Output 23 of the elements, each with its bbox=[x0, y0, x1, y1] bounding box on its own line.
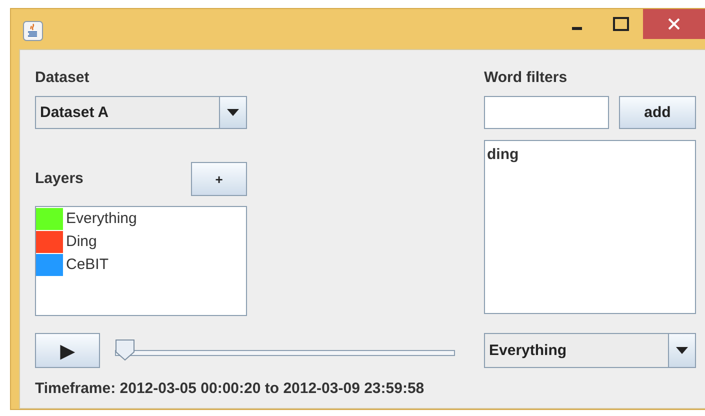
close-button[interactable] bbox=[643, 9, 705, 39]
play-button[interactable]: ▶ bbox=[35, 333, 100, 368]
minimize-icon bbox=[572, 27, 582, 30]
layers-label: Layers bbox=[35, 169, 84, 189]
add-layer-button[interactable]: + bbox=[191, 162, 247, 196]
word-filter-item[interactable]: ding bbox=[487, 146, 693, 163]
time-slider[interactable] bbox=[115, 338, 455, 362]
layer-item[interactable]: CeBIT bbox=[66, 256, 109, 273]
dropdown-arrow-icon bbox=[227, 109, 239, 116]
dropdown-arrow-icon bbox=[676, 347, 688, 354]
timeframe-text: Timeframe: 2012-03-05 00:00:20 to 2012-03-09 23:59:58 bbox=[35, 380, 426, 397]
word-filter-input[interactable] bbox=[484, 96, 609, 129]
dataset-label: Dataset bbox=[35, 68, 90, 88]
add-button[interactable]: add bbox=[619, 96, 696, 129]
layer-item[interactable]: Ding bbox=[66, 233, 97, 250]
app-icon bbox=[23, 21, 43, 41]
close-icon bbox=[667, 17, 681, 31]
slider-thumb[interactable] bbox=[115, 338, 135, 360]
layer-dropdown[interactable]: Everything bbox=[484, 333, 696, 368]
maximize-icon bbox=[613, 17, 629, 31]
layer-item[interactable]: Everything bbox=[66, 210, 137, 227]
dataset-dropdown[interactable]: Dataset A bbox=[35, 96, 247, 129]
word-filters-label: Word filters bbox=[484, 68, 568, 88]
